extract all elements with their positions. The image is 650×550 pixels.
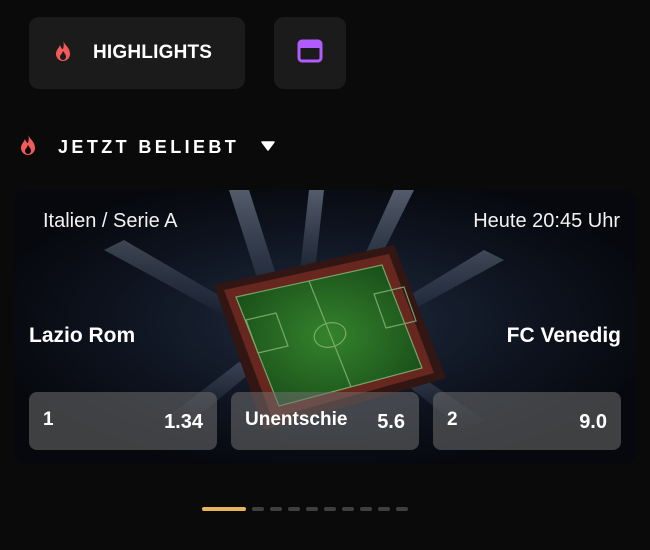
odds-label: 2 [447,409,458,430]
calendar-button[interactable] [274,17,346,89]
odds-value: 9.0 [579,411,607,433]
odds-draw-button[interactable]: Unentschie 5.6 [231,392,419,450]
carousel-dot[interactable] [378,507,390,511]
carousel-indicator [202,507,408,511]
away-team: FC Venedig [506,324,621,347]
match-card[interactable]: Italien / Serie A Heute 20:45 Uhr Lazio … [14,190,636,464]
carousel-dot[interactable] [360,507,372,511]
odds-away-button[interactable]: 2 9.0 [433,392,621,450]
home-team: Lazio Rom [29,324,136,347]
highlights-button[interactable]: HIGHLIGHTS [29,17,245,89]
caret-down-icon[interactable] [261,138,275,156]
league-name: Italien / Serie A [43,210,178,232]
section-header[interactable]: JETZT BELIEBT [18,133,275,161]
odds-home-button[interactable]: 1 1.34 [29,392,217,450]
carousel-dot[interactable] [306,507,318,511]
carousel-dot[interactable] [202,507,246,511]
odds-label: 1 [43,409,54,430]
highlights-label: HIGHLIGHTS [93,42,213,63]
odds-value: 5.6 [377,411,405,433]
calendar-icon [297,39,323,68]
carousel-dot[interactable] [288,507,300,511]
section-title: JETZT BELIEBT [58,136,240,157]
carousel-dot[interactable] [252,507,264,511]
odds-label: Unentschie [245,409,348,430]
odds-value: 1.34 [164,411,203,433]
carousel-dot[interactable] [270,507,282,511]
carousel-dot[interactable] [324,507,336,511]
carousel-dot[interactable] [342,507,354,511]
flame-icon [53,39,73,68]
match-time: Heute 20:45 Uhr [473,210,620,232]
flame-icon [18,133,38,162]
carousel-dot[interactable] [396,507,408,511]
